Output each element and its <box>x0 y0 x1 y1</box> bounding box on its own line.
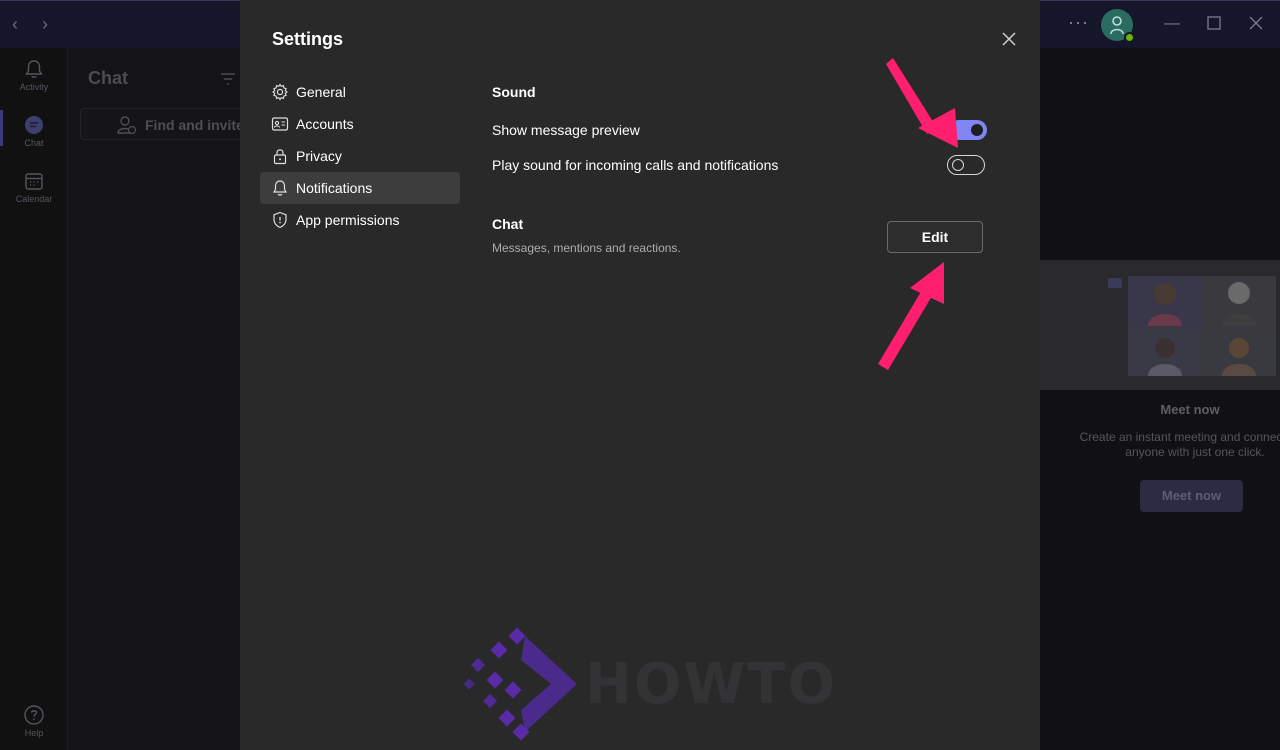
menu-item-label: Privacy <box>296 148 342 164</box>
app-rail: Activity Chat Calendar Help <box>0 48 68 750</box>
sound-section-title: Sound <box>492 84 536 100</box>
dialog-title: Settings <box>272 29 344 49</box>
menu-item-label: Notifications <box>296 180 373 196</box>
calendar-icon <box>25 173 43 190</box>
menu-item-privacy[interactable]: Privacy <box>260 140 460 172</box>
gear-icon <box>272 83 288 101</box>
chat-section-title: Chat <box>492 216 524 232</box>
bell-icon <box>272 180 288 196</box>
back-arrow-icon[interactable]: ‹ <box>12 15 18 33</box>
shield-icon <box>273 211 287 229</box>
filter-icon[interactable] <box>220 72 236 86</box>
id-card-icon <box>271 117 289 131</box>
meet-now-title: Meet now <box>1160 402 1220 417</box>
show-message-preview-toggle[interactable] <box>949 120 987 140</box>
help-icon <box>24 705 44 725</box>
rail-label: Calendar <box>15 194 53 204</box>
rail-label: Help <box>24 728 44 738</box>
minimize-icon[interactable]: — <box>1164 15 1180 33</box>
maximize-icon[interactable] <box>1207 16 1221 35</box>
menu-item-app-permissions[interactable]: App permissions <box>260 204 460 236</box>
watermark-text: HOWTO <box>585 652 838 717</box>
toggle-knob <box>971 124 983 136</box>
chat-list-panel: Chat Find and invite <box>68 48 250 750</box>
rail-item-activity[interactable]: Activity <box>0 58 68 92</box>
rail-label: Chat <box>24 138 44 148</box>
play-sound-toggle[interactable] <box>947 155 985 175</box>
meet-now-button[interactable]: Meet now <box>1140 480 1243 512</box>
window-close-icon[interactable] <box>1249 16 1263 35</box>
chat-panel-title: Chat <box>88 68 128 88</box>
howto-watermark: HOWTO <box>455 626 835 750</box>
menu-item-label: App permissions <box>296 212 400 228</box>
play-sound-label: Play sound for incoming calls and notifi… <box>492 157 779 173</box>
settings-menu: General Accounts Privacy Notifications A… <box>260 76 460 236</box>
meeting-illustration <box>1040 260 1280 390</box>
lock-icon <box>273 149 287 165</box>
find-and-invite-label: Find and invite <box>145 117 244 133</box>
rail-item-calendar[interactable]: Calendar <box>0 170 68 204</box>
menu-item-label: General <box>296 84 346 100</box>
rail-item-chat[interactable]: Chat <box>0 114 68 148</box>
find-and-invite-button[interactable]: Find and invite <box>80 108 250 140</box>
person-icon <box>1110 16 1124 35</box>
toggle-knob <box>952 159 964 171</box>
forward-arrow-icon[interactable]: › <box>42 15 48 33</box>
meet-now-description: Create an instant meeting and connect wi… <box>1079 430 1280 459</box>
teams-app: ‹ › ··· — Activity Chat Calendar Help Ch… <box>0 0 1280 750</box>
menu-item-label: Accounts <box>296 116 354 132</box>
rail-label: Activity <box>19 82 49 92</box>
menu-item-accounts[interactable]: Accounts <box>260 108 460 140</box>
chat-section-subtitle: Messages, mentions and reactions. <box>492 241 681 255</box>
meet-now-panel: Meet now Create an instant meeting and c… <box>1040 48 1280 750</box>
status-badge <box>1124 32 1135 43</box>
chat-edit-button[interactable]: Edit <box>887 221 983 253</box>
person-add-icon <box>117 116 137 135</box>
more-options-icon[interactable]: ··· <box>1068 12 1089 33</box>
avatar[interactable] <box>1101 9 1135 43</box>
howto-logo-mark <box>463 627 577 741</box>
rail-item-help[interactable]: Help <box>0 704 68 738</box>
menu-item-general[interactable]: General <box>260 76 460 108</box>
show-message-preview-label: Show message preview <box>492 122 640 138</box>
bell-icon <box>25 60 43 78</box>
menu-item-notifications[interactable]: Notifications <box>260 172 460 204</box>
chat-bubble-icon <box>25 116 43 134</box>
